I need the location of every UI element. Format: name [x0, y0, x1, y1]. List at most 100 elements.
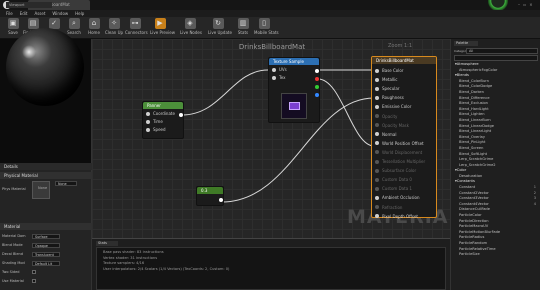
stats-tab[interactable]: Stats — [96, 241, 118, 246]
detail-row-dropdown[interactable]: Surface — [32, 233, 60, 239]
material-pin[interactable]: Pixel Depth Offset — [375, 213, 418, 221]
g-output-pin[interactable] — [315, 85, 319, 89]
tex-input-pin[interactable]: Tex — [272, 74, 286, 82]
wire-panner-to-uvs — [181, 69, 269, 116]
detail-row-dropdown[interactable]: Opaque — [32, 242, 60, 248]
detail-row-checkbox[interactable] — [32, 270, 36, 274]
b-output-pin[interactable] — [315, 93, 319, 97]
constant-output-pin[interactable] — [219, 198, 223, 202]
material-pin[interactable]: Opacity — [375, 113, 397, 121]
time-pin[interactable]: Time — [146, 118, 163, 126]
material-pin[interactable]: World Position Offset — [375, 140, 424, 148]
menu-window[interactable]: Window — [52, 10, 68, 17]
save-button[interactable]: ▣ Save — [3, 18, 23, 38]
viewport-tab[interactable]: Viewport — [6, 2, 52, 8]
palette-item[interactable]: ParticleSize — [454, 252, 538, 258]
palette-item-label: ParticleRadius — [459, 235, 485, 240]
palette-list[interactable]: ▾Atmosphere AtmosphericFogColor ▾Blends Ble… — [454, 62, 538, 288]
menu-edit[interactable]: Edit — [20, 10, 28, 17]
menu-help[interactable]: Help — [75, 10, 84, 17]
speed-pin[interactable]: Speed — [146, 126, 166, 134]
window-controls[interactable]: – ▫ × — [518, 0, 540, 10]
palette-item-label: Blend_LinearBurn — [459, 117, 491, 122]
material-pin[interactable]: Tessellation Multiplier — [375, 158, 425, 166]
rgb-output-pin[interactable] — [315, 69, 319, 73]
detail-row-dropdown[interactable]: Translucent — [32, 251, 60, 257]
wire-r-to-emissive — [317, 78, 375, 147]
material-pin[interactable]: Refraction — [375, 204, 402, 212]
palette-item-label: Desaturation — [459, 173, 483, 178]
toolbar-label: Stats — [237, 30, 249, 35]
material-pin[interactable]: Emissive Color — [375, 103, 411, 111]
palette-item-label: Blend_Difference — [459, 95, 490, 100]
clean-up-button[interactable]: ✧ Clean Up — [104, 18, 124, 38]
material-pin[interactable]: Specular — [375, 85, 399, 93]
constant-node[interactable]: 0.3 — [196, 186, 224, 206]
palette-item-label: Blend_Darken — [459, 89, 484, 94]
material-pin[interactable]: Metallic — [375, 76, 397, 84]
detail-row-label: Two Sided — [2, 270, 20, 274]
palette-item-label: Blend_Overlay — [459, 134, 486, 139]
material-pin[interactable]: Roughness — [375, 94, 404, 102]
live-update-button[interactable]: ↻ Live Update — [208, 18, 232, 38]
live-nodes-button[interactable]: ◈ Live Nodes — [180, 18, 202, 38]
home-button[interactable]: ⌂ Home — [84, 18, 104, 38]
coordinate-pin[interactable]: Coordinate — [146, 110, 175, 118]
palette-item-label: Blend_SoftLight — [459, 151, 488, 156]
material-pin-label: Subsurface Color — [382, 168, 417, 174]
material-pin[interactable]: World Displacement — [375, 149, 422, 157]
toolbar-label: Connectors — [125, 30, 148, 35]
palette-item-label: Blend_LinearLight — [459, 129, 492, 134]
category-dropdown[interactable]: All — [466, 48, 538, 54]
material-pin-label: Tessellation Multiplier — [382, 159, 426, 164]
home-icon: ⌂ — [88, 18, 100, 29]
detail-row-checkbox[interactable] — [32, 279, 36, 283]
details-tab[interactable]: Details — [0, 163, 92, 170]
detail-row-dropdown[interactable]: Default Lit — [32, 260, 60, 266]
pin-dot-icon — [375, 68, 379, 73]
pin-dot-icon — [375, 177, 379, 182]
texture-thumbnail — [281, 93, 307, 119]
material-pin[interactable]: Custom Data 0 — [375, 176, 412, 184]
palette-item-label: ParticleRandom — [459, 241, 488, 245]
stats-button[interactable]: ▥ Stats — [233, 18, 253, 38]
menu-file[interactable]: File — [6, 10, 13, 17]
material-pin[interactable]: Base Color — [375, 67, 403, 75]
material-result-node[interactable]: DrinksBillboardMat Base Color Metallic Spe… — [371, 56, 437, 221]
material-graph[interactable]: DrinksBillboardMat Zoom 1:1 MATERIAL Tex… — [92, 39, 450, 238]
material-pin[interactable]: Subsurface Color — [375, 167, 416, 175]
palette-item-label: AtmosphericFogColor — [459, 67, 498, 72]
material-pin[interactable]: Opacity Mask — [375, 122, 409, 130]
material-pin[interactable]: Normal — [375, 131, 396, 139]
pin-dot-icon — [375, 77, 379, 82]
r-output-pin[interactable] — [315, 77, 319, 81]
material-pin-label: Metallic — [382, 77, 398, 83]
panner-node[interactable]: Panner Coordinate Time Speed — [142, 101, 184, 139]
material-pin[interactable]: Ambient Occlusion — [375, 194, 420, 202]
live-preview-button[interactable]: ▶ Live Preview — [150, 18, 175, 38]
connectors-button[interactable]: ⊶ Connectors — [125, 18, 148, 38]
palette-search-input[interactable] — [454, 55, 538, 61]
pin-dot-icon — [375, 195, 379, 200]
find-in-cb-icon: ▤ — [27, 18, 39, 29]
uvs-input-pin[interactable]: UVs — [272, 66, 287, 74]
palette-tab[interactable]: Palette — [454, 41, 478, 46]
texture-sample-node[interactable]: Texture Sample UVs Tex — [268, 57, 320, 123]
material-result-header: DrinksBillboardMat — [372, 57, 436, 64]
toolbar: ▣Save▤Find in CB✓Apply⌕Search⌂Home✧Clean… — [0, 17, 540, 39]
detail-row: Decal Blend Translucent — [2, 250, 90, 258]
physical-material-section[interactable]: Physical Material — [0, 172, 92, 179]
phys-material-thumb-text: None — [38, 186, 48, 190]
panner-output-pin[interactable] — [179, 113, 183, 117]
stats-log[interactable]: Base pass shader: 83 instructions Vertex … — [96, 247, 446, 290]
palette-item-label: Blend_ColorBurn — [459, 78, 489, 83]
pin-dot-icon — [375, 214, 379, 219]
material-pin-label: Base Color — [382, 68, 404, 73]
phys-material-dropdown[interactable]: None — [55, 181, 77, 186]
mobile-stats-button[interactable]: ▯ Mobile Stats — [254, 18, 279, 38]
menu-asset[interactable]: Asset — [34, 10, 45, 17]
material-pin[interactable]: Custom Data 1 — [375, 185, 412, 193]
phys-material-thumbnail[interactable] — [32, 181, 50, 199]
toolbar-label: Live Nodes — [180, 30, 202, 35]
material-section[interactable]: Material — [0, 223, 92, 230]
